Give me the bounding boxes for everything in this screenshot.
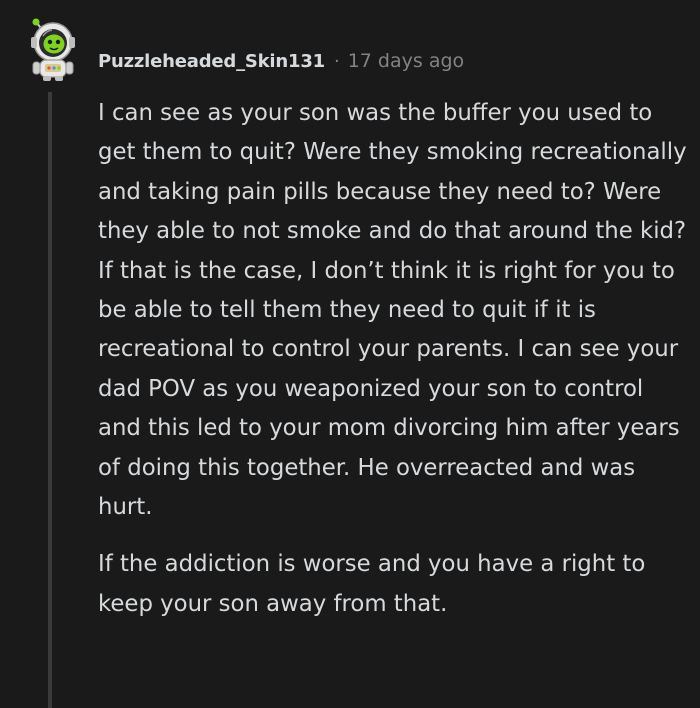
author-username[interactable]: Puzzleheaded_Skin131: [98, 51, 325, 72]
comment: Puzzleheaded_Skin131 · 17 days ago I can…: [0, 0, 700, 708]
comment-header: Puzzleheaded_Skin131 · 17 days ago: [98, 46, 464, 76]
comment-paragraph: I can see as your son was the buffer you…: [98, 100, 687, 521]
snoo-avatar-icon: [31, 18, 75, 81]
thread-collapse-line[interactable]: [48, 92, 52, 708]
comment-body: I can see as your son was the buffer you…: [98, 94, 688, 624]
comment-paragraph: If the addiction is worse and you have a…: [98, 551, 646, 617]
user-avatar[interactable]: [22, 18, 82, 82]
comment-timestamp[interactable]: 17 days ago: [348, 50, 464, 72]
meta-separator: ·: [333, 50, 340, 72]
